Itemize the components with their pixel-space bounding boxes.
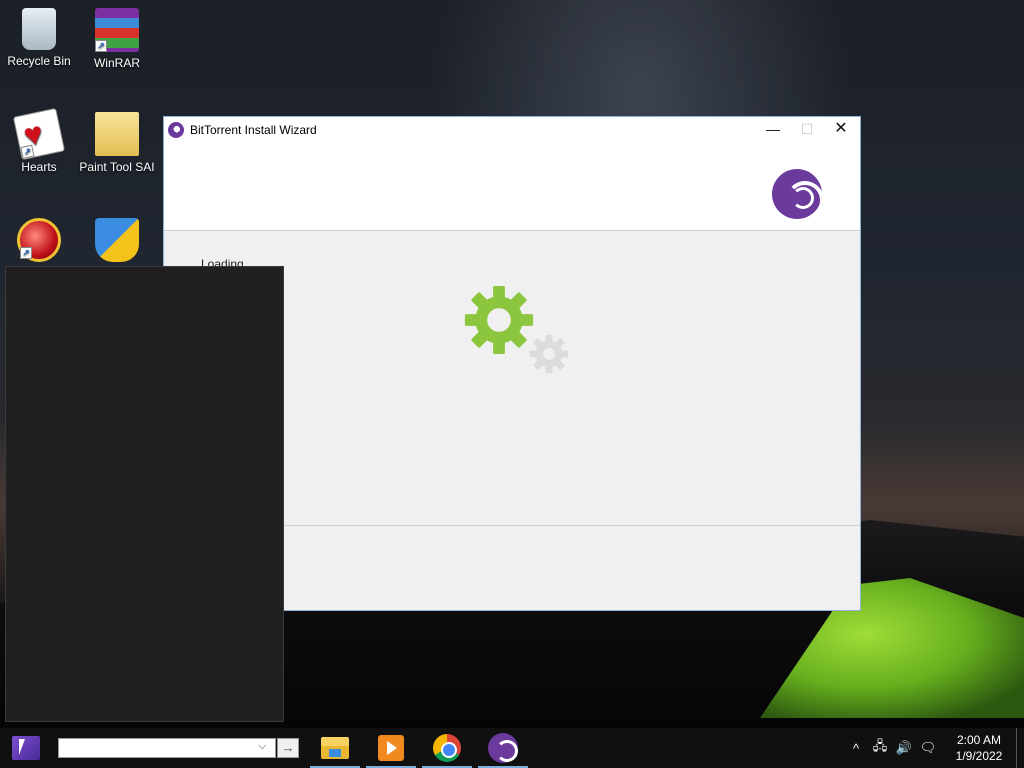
taskbar-app-media-player[interactable]: [364, 728, 418, 768]
network-icon[interactable]: 🖧: [868, 737, 892, 759]
media-player-icon: [378, 735, 404, 761]
bittorrent-title-icon: [168, 122, 184, 138]
desktop-icon-label: Hearts: [21, 160, 57, 174]
maximize-button[interactable]: ☐: [790, 117, 824, 143]
show-desktop-button[interactable]: [1016, 728, 1024, 768]
file-explorer-icon: [321, 737, 349, 759]
desktop-icon-label: Paint Tool SAI: [79, 160, 155, 174]
taskbar-app-file-explorer[interactable]: [308, 728, 362, 768]
search-input[interactable]: [58, 738, 276, 758]
window-title: BitTorrent Install Wizard: [190, 123, 317, 137]
chrome-icon: [433, 734, 461, 762]
system-tray: ^ 🖧 🔊 🗨 2:00 AM 1/9/2022: [844, 728, 1024, 768]
shortcut-arrow-icon: ↗: [20, 247, 32, 259]
installer-header: [164, 143, 860, 231]
recycle-bin-icon: [22, 8, 56, 50]
taskbar-app-chrome[interactable]: [420, 728, 474, 768]
desktop-icon-hearts[interactable]: ↗ Hearts: [0, 107, 78, 174]
taskbar: ⌵ → ^ 🖧 🔊 🗨 2:00 AM 1/9/2022: [0, 728, 1024, 768]
desktop-icon-red-app[interactable]: ↗: [0, 218, 78, 266]
shield-update-icon: [95, 218, 139, 262]
chevron-down-icon[interactable]: ⌵: [258, 740, 266, 753]
mouse-cursor-icon: [19, 739, 25, 755]
desktop-icon-label: WinRAR: [93, 56, 140, 70]
notifications-icon[interactable]: 🗨: [916, 740, 940, 756]
taskbar-app-bittorrent[interactable]: [476, 728, 530, 768]
winrar-icon: ↗: [95, 8, 139, 52]
clock[interactable]: 2:00 AM 1/9/2022: [944, 732, 1014, 764]
search-go-button[interactable]: →: [277, 738, 299, 758]
start-button[interactable]: [12, 736, 40, 760]
black-overlay-panel: [5, 266, 284, 722]
desktop-icon-winrar[interactable]: ↗ WinRAR: [78, 8, 156, 70]
desktop-icon-recycle-bin[interactable]: Recycle Bin: [0, 8, 78, 68]
folder-icon: [95, 112, 139, 156]
clock-date: 1/9/2022: [955, 749, 1003, 763]
shortcut-arrow-icon: ↗: [95, 40, 107, 52]
clock-time: 2:00 AM: [956, 733, 1002, 747]
close-button[interactable]: ✕: [824, 117, 858, 143]
red-app-icon: ↗: [17, 218, 61, 262]
volume-icon[interactable]: 🔊: [892, 740, 916, 756]
desktop-icon-label: Recycle Bin: [7, 54, 71, 68]
show-hidden-icons-chevron-icon[interactable]: ^: [844, 741, 868, 756]
hearts-icon: ↗: [12, 107, 66, 161]
desktop-icon-shield-update[interactable]: [78, 218, 156, 266]
gear-active-icon: [464, 285, 534, 355]
minimize-button[interactable]: —: [756, 117, 790, 143]
desktop-icon-paint-tool-sai[interactable]: Paint Tool SAI: [78, 112, 156, 174]
bittorrent-icon: [488, 733, 518, 763]
shortcut-arrow-icon: ↗: [20, 144, 35, 159]
window-titlebar[interactable]: BitTorrent Install Wizard — ☐ ✕: [164, 117, 860, 143]
gear-inactive-icon: [529, 334, 569, 374]
bittorrent-logo-icon: [772, 169, 822, 219]
